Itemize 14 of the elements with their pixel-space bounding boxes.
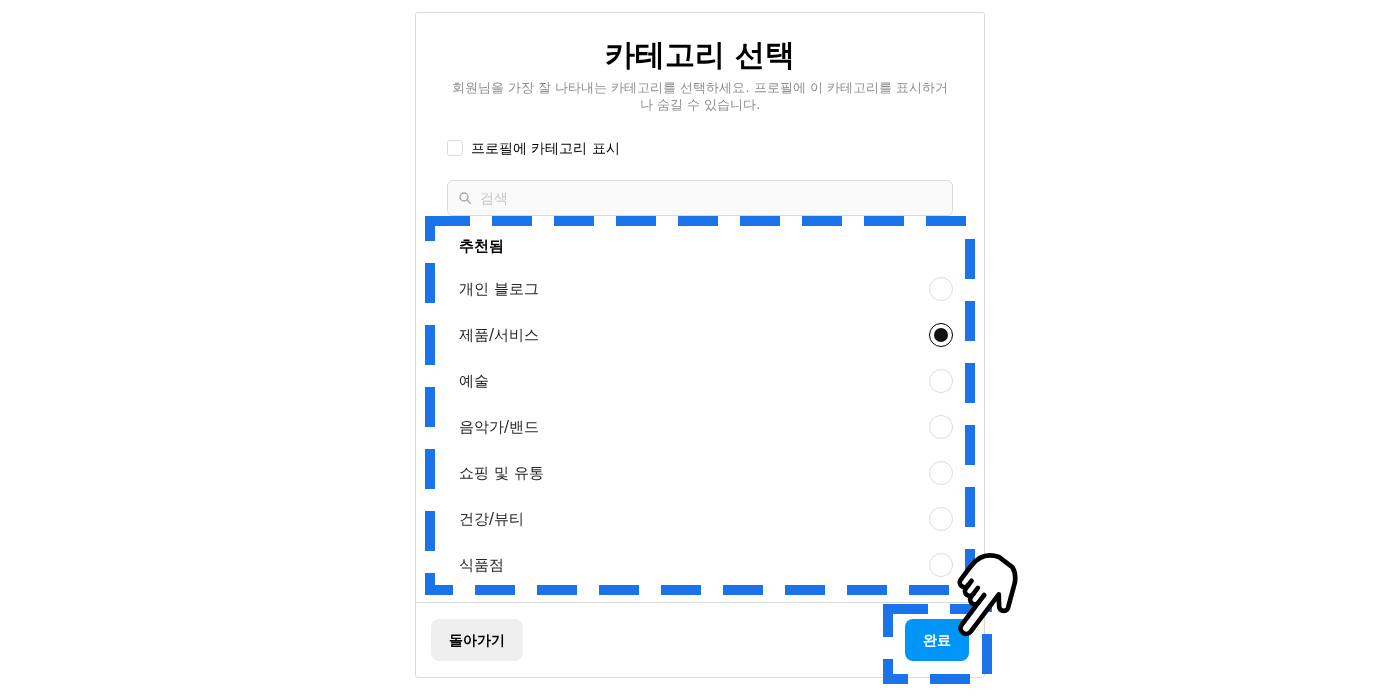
search-icon (459, 192, 471, 204)
category-option[interactable]: 개인 블로그 (447, 266, 953, 312)
category-option[interactable]: 건강/뷰티 (447, 496, 953, 542)
back-button[interactable]: 돌아가기 (431, 619, 523, 661)
dialog-description: 회원님을 가장 잘 나타내는 카테고리를 선택하세요. 프로필에 이 카테고리를 표시하거나 숨길 수 있습니다. (450, 79, 950, 113)
section-heading: 추천됨 (458, 235, 505, 257)
category-option[interactable]: 쇼핑 및 유통 (447, 450, 953, 496)
category-option[interactable]: 제품/서비스 (447, 312, 953, 358)
checkbox[interactable] (447, 140, 463, 156)
dialog-title: 카테고리 선택 (604, 36, 796, 74)
checkbox-label: 프로필에 카테고리 표시 (471, 138, 620, 158)
category-option[interactable]: 식품점 (447, 542, 953, 588)
category-option[interactable]: 음악가/밴드 (447, 404, 953, 450)
category-option[interactable]: 예술 (447, 358, 953, 404)
